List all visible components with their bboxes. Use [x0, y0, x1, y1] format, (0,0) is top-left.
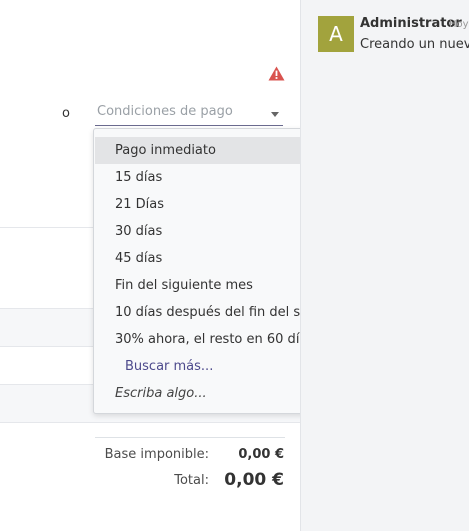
- message-author[interactable]: Administrator: [360, 16, 462, 31]
- total-value: 0,00 €: [224, 470, 284, 490]
- totals-divider: [95, 437, 285, 438]
- total-label: Total:: [174, 473, 209, 488]
- payment-terms-input[interactable]: [95, 102, 262, 119]
- avatar[interactable]: A: [318, 16, 354, 52]
- message-body: Creando un nuevo: [360, 37, 469, 52]
- field-label-fragment: o: [62, 106, 70, 121]
- message-date: Hoy: [449, 19, 469, 30]
- divider: [0, 422, 300, 423]
- payment-terms-select[interactable]: [95, 102, 283, 126]
- untaxed-amount-value: 0,00 €: [238, 447, 284, 462]
- chevron-down-icon[interactable]: [271, 112, 279, 117]
- untaxed-amount-label: Base imponible:: [104, 447, 209, 462]
- warning-icon: [268, 66, 285, 81]
- chatter-panel: A Administrator Hoy Creando un nuevo: [300, 0, 469, 531]
